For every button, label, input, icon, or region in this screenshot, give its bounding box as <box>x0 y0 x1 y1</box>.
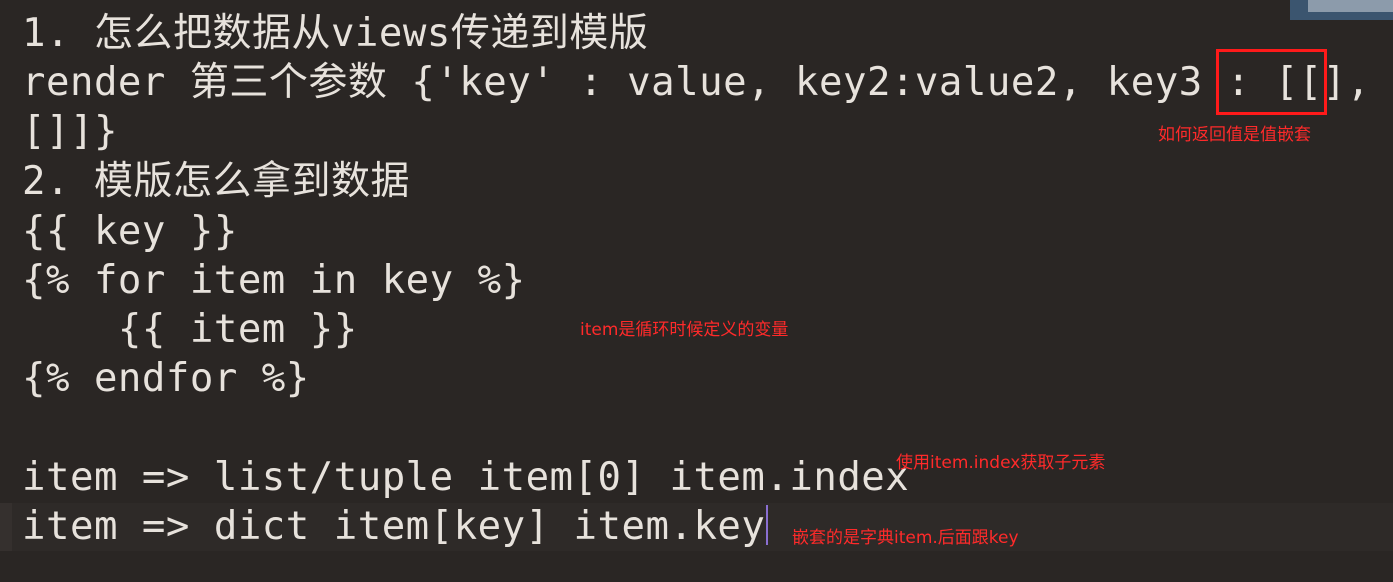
code-editor[interactable]: 1. 怎么把数据从views传递到模版 render 第三个参数 {'key' … <box>0 0 1393 582</box>
code-line-10[interactable]: item => list/tuple item[0] item.index <box>22 454 909 502</box>
code-line-11-text: item => dict item[key] item.key <box>22 504 766 549</box>
text-cursor <box>766 505 769 545</box>
code-line-5[interactable]: {{ key }} <box>22 208 238 256</box>
code-line-8[interactable]: {% endfor %} <box>22 355 310 403</box>
code-line-3[interactable]: []]} <box>22 108 118 156</box>
code-line-7[interactable]: {{ item }} <box>22 306 358 354</box>
code-line-6[interactable]: {% for item in key %} <box>22 257 526 305</box>
annotation-nested-value: 如何返回值是值嵌套 <box>1158 125 1311 145</box>
annotation-loop-variable: item是循环时候定义的变量 <box>580 320 789 340</box>
gutter-marker <box>0 503 12 551</box>
code-line-1[interactable]: 1. 怎么把数据从views传递到模版 <box>22 10 648 58</box>
annotation-get-child: 使用item.index获取子元素 <box>896 453 1106 473</box>
code-line-11[interactable]: item => dict item[key] item.key <box>22 503 769 551</box>
corner-thumbnail-content <box>1308 0 1393 12</box>
code-line-4[interactable]: 2. 模版怎么拿到数据 <box>22 158 410 206</box>
nested-list-highlight-box <box>1216 49 1327 115</box>
code-line-2[interactable]: render 第三个参数 {'key' : value, key2:value2… <box>22 59 1371 107</box>
annotation-dict-nested: 嵌套的是字典item.后面跟key <box>792 528 1019 548</box>
corner-thumbnail <box>1290 0 1393 20</box>
